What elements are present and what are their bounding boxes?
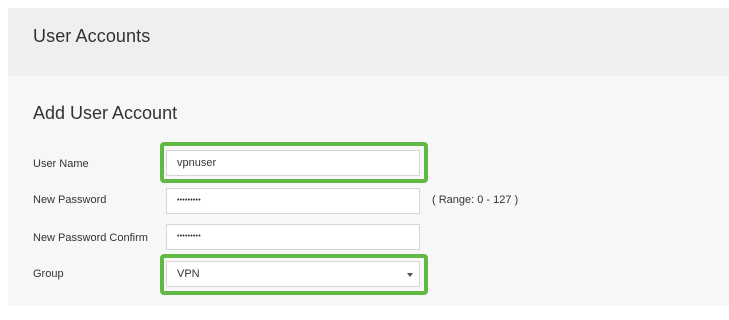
username-highlight: [160, 142, 428, 183]
confirm-password-input[interactable]: •••••••••: [166, 224, 420, 250]
new-password-label: New Password: [33, 194, 107, 206]
page-header: User Accounts: [8, 8, 729, 76]
new-password-input[interactable]: •••••••••: [166, 188, 420, 214]
new-password-value: •••••••••: [177, 197, 201, 205]
password-range-hint: ( Range: 0 - 127 ): [432, 194, 519, 206]
group-label: Group: [33, 268, 64, 280]
confirm-password-value: •••••••••: [177, 233, 201, 241]
username-label: User Name: [33, 158, 89, 170]
confirm-password-label: New Password Confirm: [33, 232, 148, 244]
group-highlight: [160, 254, 428, 295]
page-title: User Accounts: [33, 26, 151, 46]
add-user-form: Add User Account User Name vpnuser New P…: [8, 76, 729, 306]
section-title: Add User Account: [33, 103, 178, 123]
